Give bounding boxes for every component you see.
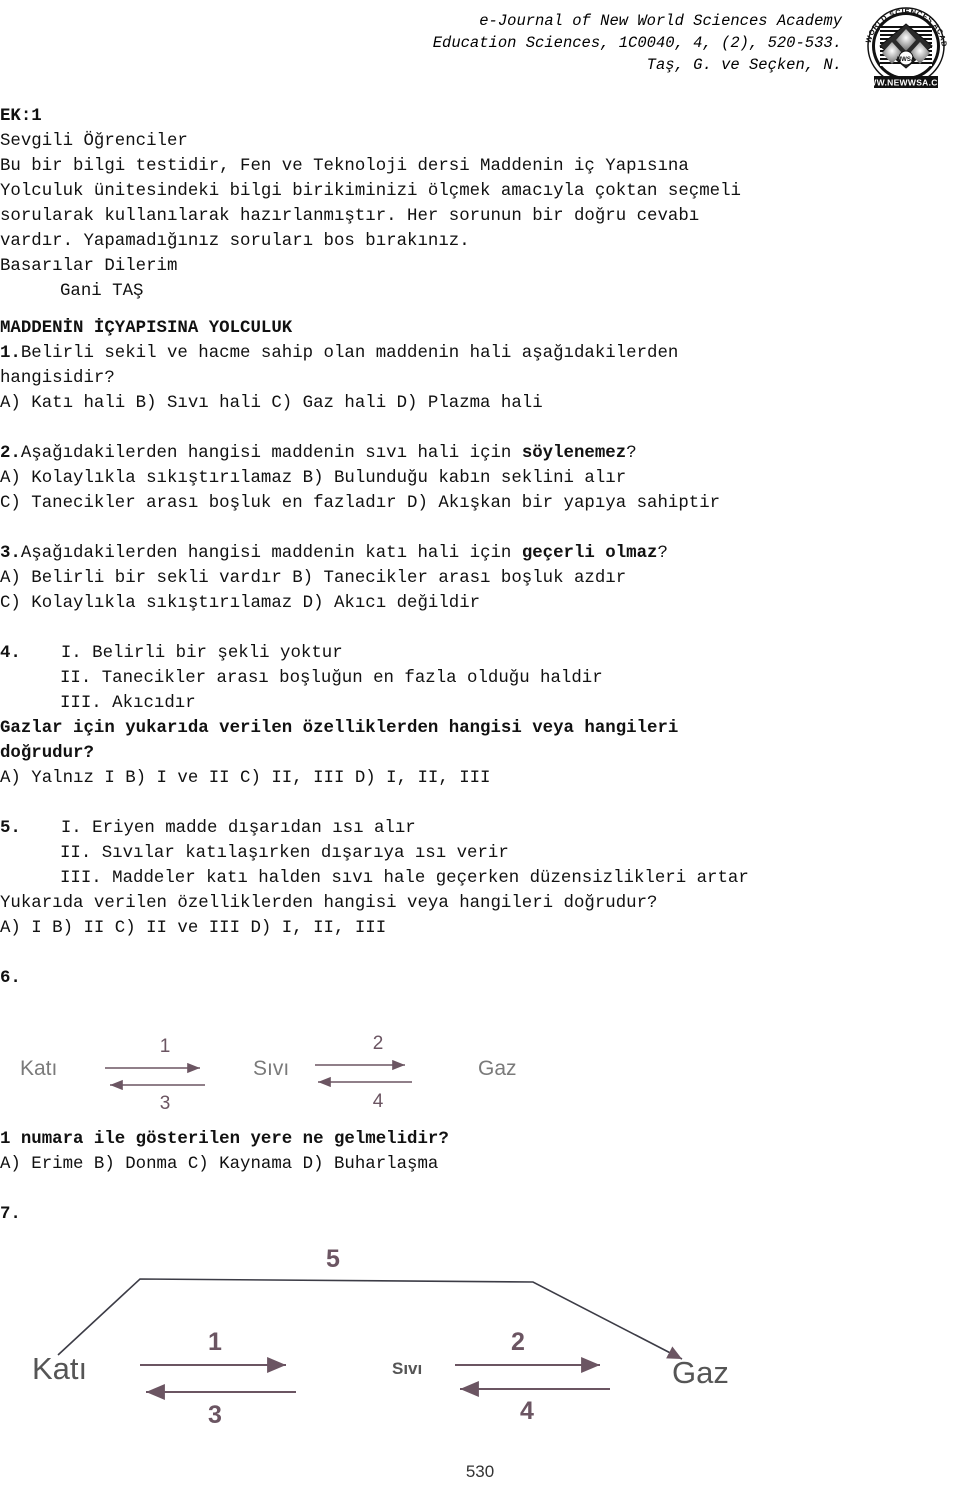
question-prompt: 1 numara ile gösterilen yere ne gelmelid… <box>0 1130 449 1149</box>
arrow-label-3: 3 <box>160 1093 171 1114</box>
journal-title: e-Journal of New World Sciences Academy <box>479 12 842 30</box>
journal-issue-info: Education Sciences, 1C0040, 4, (2), 520-… <box>432 34 842 52</box>
appendix-label: EK:1 <box>0 107 42 126</box>
arrow-label-3: 3 <box>208 1401 222 1429</box>
state-label-kati: Katı <box>20 1057 57 1080</box>
page-footer: 530 <box>0 1462 960 1482</box>
question-options: A) Katı hali B) Sıvı hali C) Gaz hali D)… <box>0 394 543 413</box>
question-options: C) Kolaylıkla sıkıştırılamaz D) Akıcı de… <box>0 594 481 613</box>
question-options: A) Kolaylıkla sıkıştırılamaz B) Bulunduğ… <box>0 469 627 488</box>
salutation: Sevgili Öğrenciler <box>0 132 188 151</box>
question-1: 1.Belirli sekil ve hacme sahip olan madd… <box>0 341 960 416</box>
question-stem-emphasis: söylenemez <box>521 444 627 463</box>
question-5: 5. I. Eriyen madde dışarıdan ısı alır II.… <box>0 816 960 941</box>
question-options: A) Belirli bir sekli vardır B) Tanecikle… <box>0 569 627 588</box>
question-prompt: Gazlar için yukarıda verilen özelliklerd… <box>0 719 679 738</box>
state-change-diagram-1: Katı Sıvı Gaz 1 3 2 4 <box>0 997 620 1127</box>
question-number: 7. <box>0 1205 21 1224</box>
question-number: 2. <box>0 444 21 463</box>
state-change-diagram-2: Katı Sıvı Gaz 5 1 3 2 4 <box>0 1237 820 1452</box>
question-options: A) I B) II C) II ve III D) I, II, III <box>0 919 387 938</box>
arrow-label-4: 4 <box>373 1091 384 1112</box>
question-number: 6. <box>0 969 21 988</box>
state-label-sivi: Sıvı <box>253 1057 289 1080</box>
arrow-label-1: 1 <box>208 1328 222 1356</box>
question-stem-suffix: ? <box>626 444 637 463</box>
page-number: 530 <box>465 1462 495 1481</box>
question-6: 6. Katı Sıvı Gaz 1 3 2 4 1 numara ile gö… <box>0 966 960 1177</box>
journal-authors: Taş, G. ve Seçken, N. <box>646 56 842 74</box>
roman-item: III. Akıcıdır <box>60 694 196 713</box>
question-stem-emphasis: geçerli olmaz <box>521 544 658 563</box>
arrow-label-2: 2 <box>511 1328 525 1356</box>
question-stem-suffix: ? <box>657 544 668 563</box>
question-number: 5. <box>0 819 21 838</box>
question-prompt: Yukarıda verilen özelliklerden hangisi v… <box>0 894 658 913</box>
intro-line: Yolculuk ünitesindeki bilgi birikiminizi… <box>0 182 741 201</box>
state-label-gaz: Gaz <box>672 1355 729 1390</box>
arrow-label-4: 4 <box>520 1397 534 1425</box>
arrow-label-2: 2 <box>373 1033 384 1054</box>
question-7: 7. Katı Sıvı Gaz 5 1 3 2 4 <box>0 1202 960 1452</box>
question-3: 3.Aşağıdakilerden hangisi maddenin katı … <box>0 541 960 616</box>
svg-text:WWW.NEWWSA.COM: WWW.NEWWSA.COM <box>860 78 952 88</box>
journal-citation: e-Journal of New World Sciences Academy … <box>433 10 842 76</box>
state-label-sivi: Sıvı <box>392 1359 422 1378</box>
arrow-label-1: 1 <box>160 1036 171 1057</box>
roman-item: III. Maddeler katı halden sıvı hale geçe… <box>60 869 749 888</box>
question-stem-cont: hangisidir? <box>0 369 115 388</box>
question-stem: Aşağıdakilerden hangisi maddenin katı ha… <box>20 544 522 563</box>
arrow-label-5: 5 <box>326 1245 340 1273</box>
intro-line: sorularak kullanılarak hazırlanmıştır. H… <box>0 207 700 226</box>
signature: Gani TAŞ <box>60 282 144 301</box>
nwsa-seal-logo: NWSA NEW WORLD SCIENCES ACADEMY WWW.NEWW… <box>854 0 954 94</box>
roman-item: II. Sıvılar katılaşırken dışarıya ısı ve… <box>60 844 509 863</box>
question-prompt-cont: doğrudur? <box>0 744 94 763</box>
svg-text:NWSA: NWSA <box>897 57 916 63</box>
question-stem: Aşağıdakilerden hangisi maddenin sıvı ha… <box>20 444 522 463</box>
closing-line: Basarılar Dilerim <box>0 257 178 276</box>
roman-item: II. Tanecikler arası boşluğun en fazla o… <box>60 669 603 688</box>
intro-line: Bu bir bilgi testidir, Fen ve Teknoloji … <box>0 157 689 176</box>
intro-line: vardır. Yapamadığınız soruları bos bırak… <box>0 232 470 251</box>
document-body: EK:1 Sevgili Öğrenciler Bu bir bilgi tes… <box>0 104 960 1452</box>
question-number: 4. <box>0 644 21 663</box>
state-label-kati: Katı <box>32 1351 87 1386</box>
roman-item: I. Belirli bir şekli yoktur <box>60 644 343 663</box>
state-label-gaz: Gaz <box>478 1057 517 1080</box>
question-number: 1. <box>0 344 21 363</box>
question-options: A) Erime B) Donma C) Kaynama D) Buharlaş… <box>0 1155 439 1174</box>
sublimation-path <box>57 1278 683 1360</box>
question-options: A) Yalnız I B) I ve II C) II, III D) I, … <box>0 769 491 788</box>
roman-item: I. Eriyen madde dışarıdan ısı alır <box>60 819 416 838</box>
test-title: MADDENİN İÇYAPISINA YOLCULUK <box>0 319 293 338</box>
question-4: 4. I. Belirli bir şekli yoktur II. Taneci… <box>0 641 960 791</box>
question-options: C) Tanecikler arası boşluk en fazladır D… <box>0 494 721 513</box>
question-stem: Belirli sekil ve hacme sahip olan madden… <box>20 344 679 363</box>
question-2: 2.Aşağıdakilerden hangisi maddenin sıvı … <box>0 441 960 516</box>
question-number: 3. <box>0 544 21 563</box>
page-header: e-Journal of New World Sciences Academy … <box>0 0 960 96</box>
